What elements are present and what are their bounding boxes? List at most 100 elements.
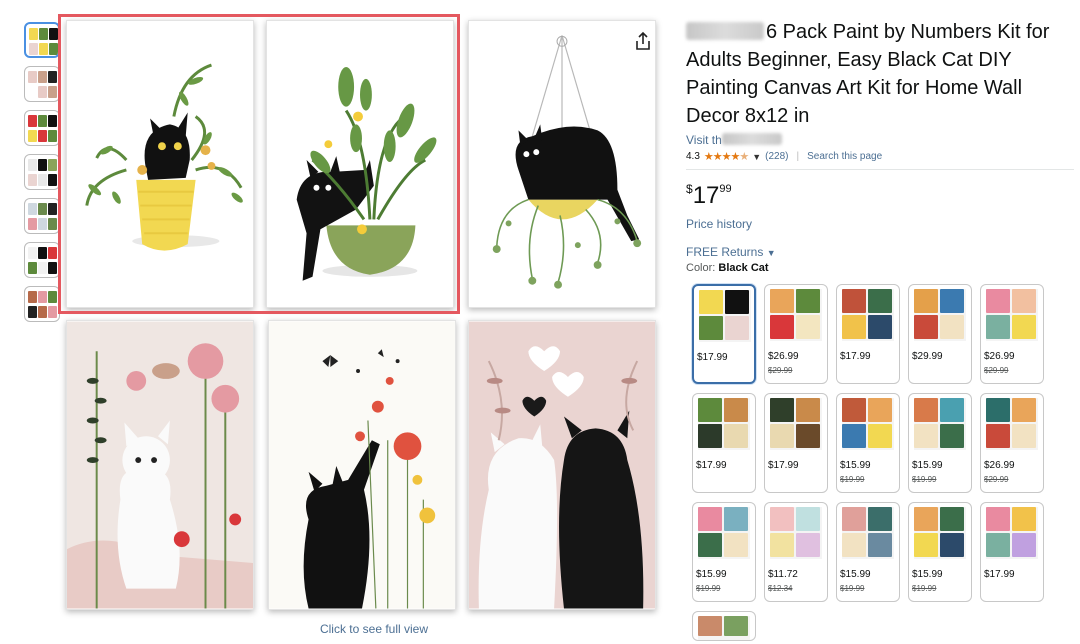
- swatch-original-price: $19.99: [912, 584, 937, 593]
- swatch-image-tile: [868, 398, 892, 422]
- color-swatch-4[interactable]: $29.99: [908, 284, 972, 384]
- color-swatch-6[interactable]: $17.99: [692, 393, 756, 493]
- swatch-image-tile: [986, 289, 1010, 313]
- swatch-image-tile: [796, 533, 820, 557]
- thumbnail-tile: [29, 28, 38, 40]
- free-returns-text: FREE Returns: [686, 245, 764, 259]
- swatch-image-tile: [1012, 533, 1036, 557]
- thumbnail-tile: [48, 262, 57, 274]
- divider: |: [796, 151, 800, 162]
- search-this-page-link[interactable]: Search this page: [807, 151, 882, 162]
- blurred-store-name: [721, 133, 782, 145]
- thumbnail-2[interactable]: [24, 66, 60, 102]
- thumbnail-4[interactable]: [24, 154, 60, 190]
- thumbnail-tile: [38, 262, 47, 274]
- color-swatch-2[interactable]: $26.99 $29.99: [764, 284, 828, 384]
- rating-count-link[interactable]: (228): [765, 151, 788, 162]
- swatch-image: [770, 507, 822, 559]
- swatch-image-tile: [796, 398, 820, 422]
- color-swatch-13[interactable]: $15.99 $19.99: [836, 502, 900, 602]
- swatch-image-tile: [770, 507, 794, 531]
- poster-black-cat-green-pot: [266, 20, 454, 308]
- swatch-image-tile: [796, 424, 820, 448]
- swatch-image-tile: [770, 533, 794, 557]
- swatch-original-price: $19.99: [840, 475, 865, 484]
- swatch-image-tile: [986, 398, 1010, 422]
- price-history-link[interactable]: Price history: [686, 217, 1076, 231]
- swatch-image-tile: [1012, 315, 1036, 339]
- click-to-see-full-view-link[interactable]: Click to see full view: [310, 622, 438, 636]
- swatch-image: [770, 398, 822, 450]
- color-swatch-5[interactable]: $26.99 $29.99: [980, 284, 1044, 384]
- price: $1799: [686, 182, 1076, 210]
- swatch-image-tile: [914, 315, 938, 339]
- thumbnail-tile: [48, 203, 57, 215]
- color-swatch-11[interactable]: $15.99 $19.99: [692, 502, 756, 602]
- main-product-image[interactable]: Click to see full view: [58, 14, 666, 636]
- color-swatch-1[interactable]: $17.99: [692, 284, 756, 384]
- swatch-image-tile: [1012, 424, 1036, 448]
- swatch-image-tile: [842, 289, 866, 313]
- swatch-image-tile: [724, 507, 748, 531]
- thumbnail-tile: [48, 174, 57, 186]
- swatch-image-tile: [724, 533, 748, 557]
- swatch-image-tile: [725, 290, 749, 314]
- thumbnail-tile: [38, 159, 47, 171]
- visit-store-text: Visit th: [686, 133, 722, 147]
- swatch-image-tile: [770, 424, 794, 448]
- thumbnail-3[interactable]: [24, 110, 60, 146]
- color-swatch-7[interactable]: $17.99: [764, 393, 828, 493]
- swatch-price: $17.99: [697, 352, 728, 363]
- swatch-image-tile: [770, 289, 794, 313]
- swatch-price: $17.99: [840, 351, 871, 362]
- swatch-image-tile: [1012, 507, 1036, 531]
- chevron-down-icon[interactable]: ▼: [752, 152, 761, 162]
- price-fraction: 99: [719, 183, 732, 195]
- color-swatch-10[interactable]: $26.99 $29.99: [980, 393, 1044, 493]
- swatch-original-price: $12.34: [768, 584, 793, 593]
- color-swatch-14[interactable]: $15.99 $19.99: [908, 502, 972, 602]
- swatch-image-tile: [868, 424, 892, 448]
- thumbnail-tile: [28, 291, 37, 303]
- color-swatch-3[interactable]: $17.99: [836, 284, 900, 384]
- thumbnail-5[interactable]: [24, 198, 60, 234]
- blurred-brand: [686, 22, 764, 40]
- thumbnail-1[interactable]: [24, 22, 60, 58]
- color-swatch-16[interactable]: [692, 611, 756, 641]
- thumbnail-tile: [28, 262, 37, 274]
- swatch-image-tile: [842, 424, 866, 448]
- divider-line: [686, 169, 1074, 170]
- swatch-original-price: $29.99: [984, 475, 1009, 484]
- share-icon[interactable]: [632, 30, 654, 52]
- star-rating-icon[interactable]: ★★★★★: [704, 150, 749, 163]
- color-label-text: Color:: [686, 262, 716, 274]
- color-swatch-8[interactable]: $15.99 $19.99: [836, 393, 900, 493]
- color-swatch-9[interactable]: $15.99 $19.99: [908, 393, 972, 493]
- swatch-image-tile: [940, 424, 964, 448]
- swatch-price: $15.99: [840, 460, 871, 471]
- swatch-image-tile: [1012, 398, 1036, 422]
- swatch-image-tile: [698, 424, 722, 448]
- swatch-image: [986, 289, 1038, 341]
- swatch-image-tile: [842, 507, 866, 531]
- swatch-image: [914, 289, 966, 341]
- color-swatch-12[interactable]: $11.72 $12.34: [764, 502, 828, 602]
- thumbnail-tile: [38, 203, 47, 215]
- visit-store-link[interactable]: Visit th: [686, 133, 1076, 147]
- thumbnail-7[interactable]: [24, 286, 60, 322]
- swatch-image: [842, 398, 894, 450]
- swatch-image-tile: [986, 424, 1010, 448]
- swatch-image: [986, 507, 1038, 559]
- swatch-image-tile: [725, 316, 749, 340]
- swatch-image: [698, 507, 750, 559]
- thumbnail-tile: [48, 159, 57, 171]
- swatch-image-tile: [914, 424, 938, 448]
- thumbnail-tile: [28, 115, 37, 127]
- thumbnail-6[interactable]: [24, 242, 60, 278]
- swatch-image-tile: [940, 533, 964, 557]
- swatch-image-tile: [914, 289, 938, 313]
- thumbnail-tile: [48, 71, 57, 83]
- thumbnail-tile: [38, 306, 47, 318]
- color-swatch-15[interactable]: $17.99: [980, 502, 1044, 602]
- free-returns-link[interactable]: FREE Returns ▼: [686, 245, 1076, 259]
